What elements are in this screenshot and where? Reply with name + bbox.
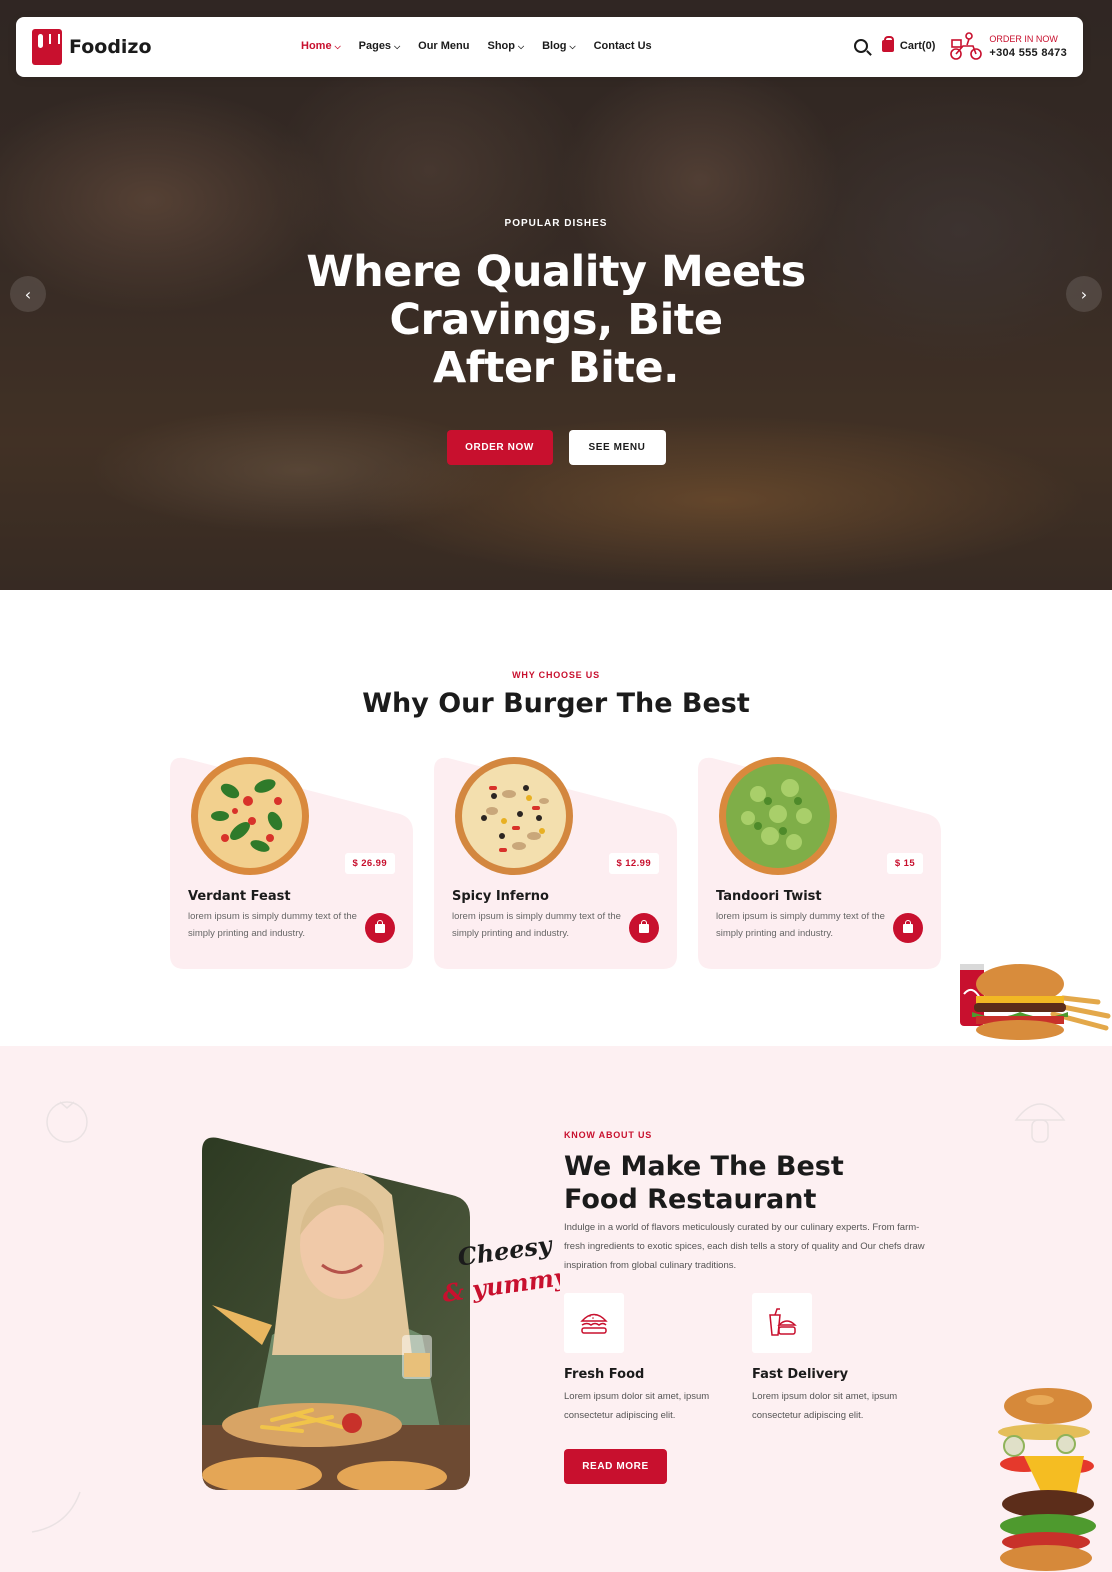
logo-text: Foodizo [69, 36, 152, 58]
order-now-button[interactable]: ORDER NOW [446, 430, 553, 465]
price-badge: $ 15 [886, 853, 923, 874]
hero-banner: POPULAR DISHES Where Quality Meets Cravi… [0, 0, 1112, 590]
nav-actions: Cart(0) ORDER IN NOW +304 555 8473 [853, 31, 1067, 61]
pizza-image [191, 757, 309, 875]
price-badge: $ 26.99 [344, 853, 395, 874]
feature-name: Fresh Food [564, 1367, 645, 1382]
about-eyebrow: KNOW ABOUT US [564, 1130, 653, 1140]
about-title: We Make The Best Food Restaurant [564, 1150, 944, 1216]
hero-title: Where Quality Meets Cravings, Bite After… [256, 248, 856, 392]
shopping-bag-icon [375, 919, 385, 933]
burger-combo-image [960, 964, 1111, 1040]
menu-item-label: Our Menu [418, 40, 470, 52]
chevron-down-icon: ⌵ [517, 42, 525, 51]
cheesy-yummy-sticker: Cheesy & yummy [440, 1230, 560, 1306]
dish-name: Verdant Feast [188, 889, 291, 904]
why-title: Why Our Burger The Best [362, 688, 750, 719]
chevron-down-icon: ⌵ [334, 42, 341, 51]
feature-fresh-food: Fresh Food Lorem ipsum dolor sit amet, i… [564, 1293, 744, 1425]
feature-name: Fast Delivery [752, 1367, 849, 1382]
dish-cards: $ 26.99 Verdant Feast lorem ipsum is sim… [170, 756, 941, 969]
dish-card[interactable]: $ 26.99 Verdant Feast lorem ipsum is sim… [170, 756, 413, 969]
menu-item-blog[interactable]: Blog ⌵ [542, 40, 576, 52]
mushroom-outline-icon [1014, 1103, 1066, 1143]
dish-card[interactable]: $ 15 Tandoori Twist lorem ipsum is simpl… [698, 756, 941, 969]
order-phone: +304 555 8473 [989, 47, 1067, 59]
woman-eating-photo [202, 1137, 470, 1490]
order-label: ORDER IN NOW [989, 34, 1058, 44]
menu-item-label: Home [301, 40, 332, 52]
shopping-bag-icon [903, 919, 913, 933]
why-eyebrow: WHY CHOOSE US [512, 670, 600, 680]
feature-fast-delivery: Fast Delivery Lorem ipsum dolor sit amet… [752, 1293, 932, 1425]
slider-next-button[interactable]: › [1066, 276, 1102, 312]
menu-item-contact[interactable]: Contact Us [594, 40, 652, 52]
add-to-cart-button[interactable] [365, 913, 395, 943]
search-icon[interactable] [853, 39, 868, 53]
order-phone-block[interactable]: ORDER IN NOW +304 555 8473 [989, 32, 1067, 60]
menu-item-pages[interactable]: Pages ⌵ [359, 40, 401, 52]
price-badge: $ 12.99 [608, 853, 659, 874]
tomato-outline-icon [46, 1101, 88, 1143]
shopping-bag-icon [639, 919, 649, 933]
burger-outline-icon [564, 1293, 624, 1353]
chevron-left-icon: ‹ [24, 284, 32, 304]
hero-title-line3: After Bite. [433, 343, 679, 393]
dish-description: lorem ipsum is simply dummy text of the … [716, 911, 885, 939]
dish-name: Spicy Inferno [452, 889, 549, 904]
menu-item-our-menu[interactable]: Our Menu [418, 40, 469, 52]
main-navbar: Foodizo Home ⌵ Pages ⌵ Our Menu Shop ⌵ Blog… [16, 17, 1083, 77]
feature-description: Lorem ipsum dolor sit amet, ipsum consec… [752, 1391, 898, 1421]
hero-eyebrow: POPULAR DISHES [504, 218, 608, 229]
logo-icon [32, 29, 62, 65]
hero-title-line1: Where Quality Meets [306, 247, 806, 297]
fast-food-outline-icon [752, 1293, 812, 1353]
dish-name: Tandoori Twist [716, 889, 822, 904]
logo[interactable]: Foodizo [32, 29, 152, 65]
floating-burger-image [998, 1388, 1096, 1571]
shopping-bag-icon[interactable] [881, 36, 894, 52]
menu-item-home[interactable]: Home ⌵ [301, 40, 341, 52]
dish-card[interactable]: $ 12.99 Spicy Inferno lorem ipsum is sim… [434, 756, 677, 969]
add-to-cart-button[interactable] [893, 913, 923, 943]
why-choose-section: WHY CHOOSE US Why Our Burger The Best $ … [0, 590, 1112, 1046]
pizza-image [455, 757, 573, 875]
chevron-down-icon: ⌵ [569, 42, 576, 51]
add-to-cart-button[interactable] [629, 913, 659, 943]
pizza-image [719, 757, 837, 875]
slider-prev-button[interactable]: ‹ [10, 276, 46, 312]
menu-item-label: Pages [358, 40, 392, 52]
dish-description: lorem ipsum is simply dummy text of the … [452, 911, 621, 939]
chili-outline-icon [31, 1491, 81, 1533]
read-more-button[interactable]: READ MORE [564, 1449, 667, 1484]
dish-description: lorem ipsum is simply dummy text of the … [188, 911, 357, 939]
about-section: Cheesy & yummy KNOW ABOUT US We Make The… [0, 1046, 1112, 1572]
about-description: Indulge in a world of flavors meticulous… [564, 1222, 925, 1271]
about-title-line1: We Make The Best [564, 1151, 844, 1182]
see-menu-button[interactable]: SEE MENU [568, 430, 666, 465]
about-title-line2: Food Restaurant [564, 1184, 817, 1215]
menu-item-label: Shop [487, 40, 515, 52]
feature-description: Lorem ipsum dolor sit amet, ipsum consec… [564, 1391, 710, 1421]
cart-link[interactable]: Cart(0) [900, 40, 935, 52]
delivery-scooter-icon [950, 32, 983, 60]
chevron-right-icon: › [1080, 284, 1088, 304]
main-menu: Home ⌵ Pages ⌵ Our Menu Shop ⌵ Blog ⌵ Contac… [301, 40, 670, 52]
menu-item-label: Contact Us [593, 40, 652, 52]
chevron-down-icon: ⌵ [394, 42, 401, 51]
hero-title-line2: Cravings, Bite [389, 295, 723, 345]
menu-item-shop[interactable]: Shop ⌵ [487, 40, 524, 52]
menu-item-label: Blog [542, 40, 567, 52]
